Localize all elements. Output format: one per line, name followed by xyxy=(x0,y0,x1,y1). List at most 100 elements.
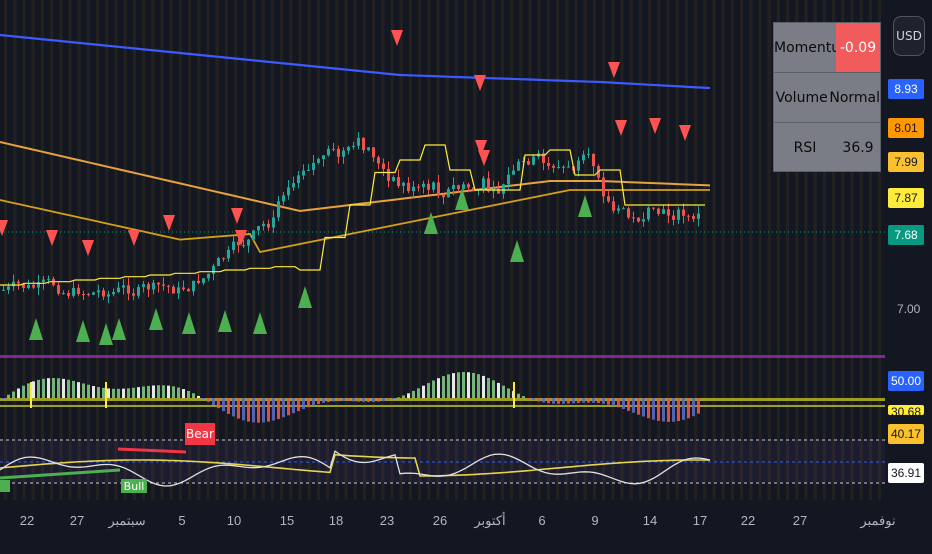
candle-body xyxy=(437,182,440,195)
time-axis-label: 22 xyxy=(740,513,756,528)
oscillator-bar xyxy=(52,377,55,398)
candle-body xyxy=(627,208,630,218)
session-band xyxy=(721,0,725,500)
session-band xyxy=(602,0,606,500)
candle-body xyxy=(567,166,570,168)
session-band xyxy=(712,0,716,500)
oscillator-bar xyxy=(412,390,415,398)
time-axis-label: 9 xyxy=(591,513,599,528)
session-band xyxy=(436,0,440,500)
candle-body xyxy=(137,287,140,296)
info-row-volume: Volume Normal xyxy=(774,73,880,123)
time-axis-label: 5 xyxy=(178,513,186,528)
oscillator-bar xyxy=(182,389,185,398)
session-band xyxy=(556,0,560,500)
oscillator-bar xyxy=(537,398,540,402)
oscillator-bar xyxy=(82,383,85,398)
oscillator-bar xyxy=(437,378,440,398)
time-axis-label: 26 xyxy=(432,513,448,528)
oscillator-bar xyxy=(422,385,425,398)
session-band xyxy=(335,0,339,500)
time-axis-label: 18 xyxy=(328,513,344,528)
session-band xyxy=(694,0,698,500)
oscillator-bar xyxy=(622,398,625,409)
session-band xyxy=(464,0,468,500)
sell-signal-arrow xyxy=(679,125,691,141)
session-band xyxy=(96,0,100,500)
time-axis-label: 27 xyxy=(69,513,85,528)
oscillator-bar xyxy=(167,385,170,398)
indicator-info-table: Momentum -0.09 Volume Normal RSI 36.9 xyxy=(773,22,881,172)
candle-body xyxy=(417,186,420,188)
candle-body xyxy=(562,166,565,168)
session-band xyxy=(638,0,642,500)
oscillator-bar xyxy=(432,380,435,398)
sell-signal-arrow xyxy=(608,62,620,78)
oscillator-bar xyxy=(367,398,370,402)
candle-body xyxy=(142,284,145,288)
candle-body xyxy=(427,183,430,190)
oscillator-bar xyxy=(502,385,505,398)
candle-body xyxy=(367,147,370,151)
oscillator-bar xyxy=(132,387,135,398)
session-band xyxy=(307,0,311,500)
price-axis-label: 7.00 xyxy=(897,302,921,316)
oscillator-bar xyxy=(137,387,140,398)
session-band xyxy=(4,0,8,500)
candle-body xyxy=(517,161,520,171)
session-band xyxy=(537,0,541,500)
candle-body xyxy=(397,177,400,186)
candle-body xyxy=(17,281,20,284)
candle-body xyxy=(117,287,120,293)
time-axis-label: أكتوبر xyxy=(474,513,506,528)
session-band xyxy=(344,0,348,500)
candle-body xyxy=(697,213,700,219)
oscillator-bar xyxy=(302,398,305,410)
price-tag-orange-ma: 8.01 xyxy=(888,118,924,138)
oscillator-bar xyxy=(547,398,550,404)
osc-zero-line xyxy=(0,398,885,401)
oscillator-bar xyxy=(567,398,570,404)
candle-body xyxy=(172,286,175,294)
session-band xyxy=(68,0,72,500)
oscillator-bar xyxy=(552,398,555,404)
currency-button[interactable]: USD xyxy=(893,16,925,56)
session-band xyxy=(142,0,146,500)
session-band xyxy=(243,0,247,500)
candle-body xyxy=(662,209,665,214)
oscillator-bar xyxy=(397,397,400,399)
osc-zero-line xyxy=(0,405,885,407)
candle-body xyxy=(267,223,270,228)
price-tag-gold-ma: 7.99 xyxy=(888,152,924,172)
oscillator-bar xyxy=(72,380,75,398)
session-band xyxy=(31,0,35,500)
candle-body xyxy=(622,208,625,210)
candle-body xyxy=(2,289,5,291)
oscillator-bar xyxy=(647,398,650,419)
candle-body xyxy=(112,292,115,295)
oscillator-bar xyxy=(272,398,275,421)
candle-body xyxy=(357,137,360,146)
time-axis-label: 27 xyxy=(792,513,808,528)
oscillator-bar xyxy=(612,398,615,406)
oscillator-bar xyxy=(457,372,460,398)
candle-body xyxy=(27,284,30,288)
candle-body xyxy=(292,183,295,188)
oscillator-bar xyxy=(657,398,660,421)
candle-body xyxy=(92,292,95,295)
session-band xyxy=(583,0,587,500)
candle-body xyxy=(442,194,445,198)
oscillator-bar xyxy=(562,398,565,404)
candle-body xyxy=(202,278,205,284)
oscillator-bar xyxy=(147,385,150,398)
candle-body xyxy=(232,241,235,250)
session-band xyxy=(758,0,762,500)
time-axis-label: 6 xyxy=(538,513,546,528)
info-value: -0.09 xyxy=(836,23,880,72)
oscillator-bar xyxy=(637,398,640,415)
candle-body xyxy=(392,177,395,181)
oscillator-bar xyxy=(157,385,160,398)
session-band xyxy=(675,0,679,500)
session-band xyxy=(574,0,578,500)
session-band xyxy=(445,0,449,500)
